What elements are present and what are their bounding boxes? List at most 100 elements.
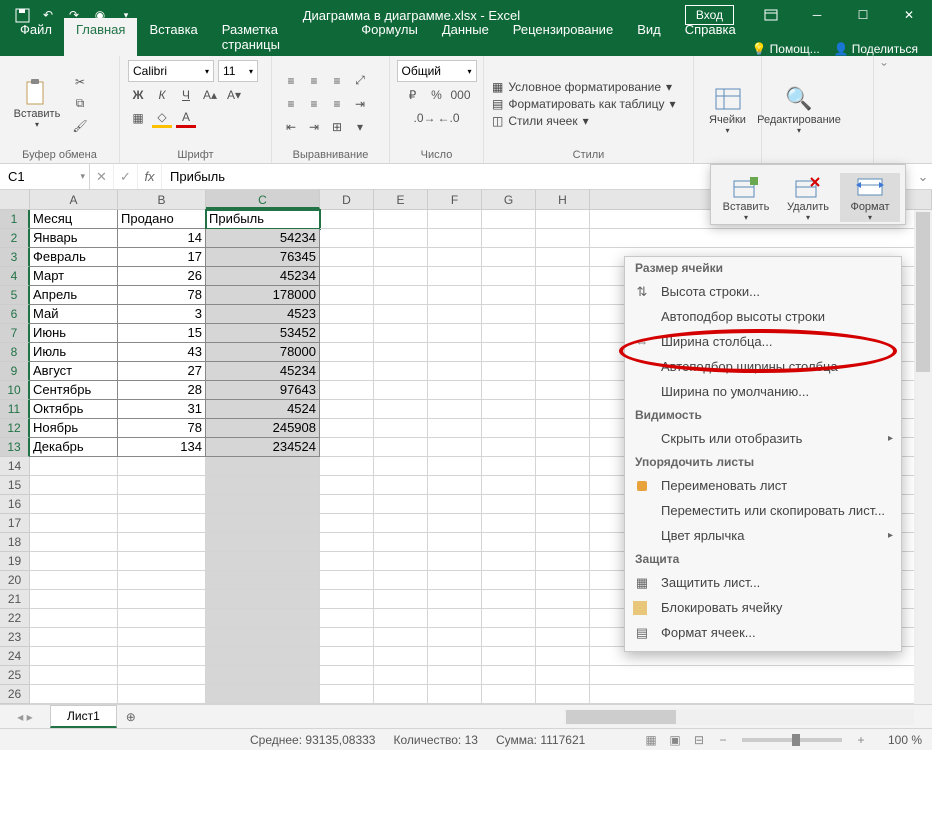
row-header[interactable]: 2 [0,229,30,248]
cell[interactable]: Ноябрь [30,419,118,438]
font-name-combo[interactable]: Calibri▾ [128,60,214,82]
cancel-icon[interactable]: ✕ [90,164,114,189]
cell[interactable] [320,571,374,590]
cell[interactable] [428,457,482,476]
cell[interactable]: 78000 [206,343,320,362]
row-header[interactable]: 16 [0,495,30,514]
ribbon-tab-1[interactable]: Главная [64,18,137,56]
row-header[interactable]: 12 [0,419,30,438]
cell[interactable] [482,590,536,609]
cell[interactable] [482,362,536,381]
cell[interactable] [482,229,536,248]
cell[interactable] [428,628,482,647]
cell[interactable]: Декабрь [30,438,118,457]
format-cells-button[interactable]: Формат▾ [840,173,900,222]
cell[interactable] [374,229,428,248]
cell[interactable] [320,210,374,229]
cell[interactable] [536,400,590,419]
cell[interactable] [482,514,536,533]
cell[interactable] [374,438,428,457]
cell[interactable]: 4523 [206,305,320,324]
cell[interactable] [536,267,590,286]
cell[interactable] [536,343,590,362]
cell[interactable] [482,286,536,305]
ribbon-tab-4[interactable]: Формулы [349,18,430,56]
cell[interactable]: 27 [118,362,206,381]
decrease-decimal-icon[interactable]: ←.0 [439,108,459,128]
cell[interactable] [30,495,118,514]
row-header[interactable]: 10 [0,381,30,400]
cell[interactable] [536,305,590,324]
cell[interactable] [482,476,536,495]
editing-button[interactable]: 🔍 Редактирование▾ [770,84,828,135]
cell[interactable] [206,476,320,495]
cell[interactable] [536,210,590,229]
cell[interactable] [536,571,590,590]
cell[interactable] [30,533,118,552]
cell[interactable] [206,685,320,704]
name-box[interactable]: C1▾ [0,164,90,189]
zoom-out-icon[interactable]: − [712,731,734,749]
cell[interactable] [320,647,374,666]
cell[interactable] [482,666,536,685]
cell[interactable] [30,590,118,609]
cell[interactable] [428,647,482,666]
row-header[interactable]: 6 [0,305,30,324]
cell[interactable] [320,324,374,343]
zoom-level[interactable]: 100 % [874,733,922,747]
cell[interactable] [320,495,374,514]
expand-formula-icon[interactable]: ⌄ [914,169,932,185]
cell[interactable]: 97643 [206,381,320,400]
col-header-D[interactable]: D [320,190,374,209]
cell[interactable] [428,286,482,305]
font-size-combo[interactable]: 11▾ [218,60,258,82]
cell[interactable]: 26 [118,267,206,286]
cell[interactable] [118,552,206,571]
row-header[interactable]: 7 [0,324,30,343]
ribbon-tab-7[interactable]: Вид [625,18,673,56]
cell[interactable] [482,248,536,267]
cell[interactable] [428,267,482,286]
cell[interactable] [206,457,320,476]
horizontal-scrollbar[interactable] [564,709,914,725]
cell[interactable] [118,666,206,685]
sheet-nav[interactable]: ◂ ▸ [0,710,50,724]
cell[interactable] [536,609,590,628]
cell[interactable] [536,533,590,552]
row-header[interactable]: 25 [0,666,30,685]
cell[interactable] [482,647,536,666]
cells-button[interactable]: Ячейки▾ [702,84,753,135]
ribbon-tab-6[interactable]: Рецензирование [501,18,625,56]
fx-icon[interactable]: fx [138,164,162,189]
ribbon-tab-0[interactable]: Файл [8,18,64,56]
cell[interactable] [428,362,482,381]
ribbon-tab-8[interactable]: Справка [673,18,748,56]
cell[interactable]: Месяц [30,210,118,229]
cell[interactable] [428,400,482,419]
cell[interactable] [536,419,590,438]
cell[interactable] [482,324,536,343]
cell[interactable]: Январь [30,229,118,248]
cell[interactable] [374,552,428,571]
cell[interactable] [30,514,118,533]
cell[interactable] [428,590,482,609]
enter-icon[interactable]: ✓ [114,164,138,189]
cell[interactable] [374,343,428,362]
currency-icon[interactable]: ₽ [403,85,423,105]
row-header[interactable]: 3 [0,248,30,267]
cell[interactable] [428,419,482,438]
cell[interactable] [536,666,590,685]
cell[interactable] [428,381,482,400]
format-painter-icon[interactable]: 🖌 [70,116,90,136]
cell[interactable] [206,647,320,666]
cell[interactable] [30,476,118,495]
cell[interactable] [482,571,536,590]
cell[interactable] [118,685,206,704]
cell[interactable] [320,381,374,400]
page-layout-icon[interactable]: ▣ [664,731,686,749]
row-header[interactable]: 19 [0,552,30,571]
cell[interactable] [320,533,374,552]
row-header[interactable]: 13 [0,438,30,457]
cell[interactable]: 4524 [206,400,320,419]
cell[interactable] [482,552,536,571]
